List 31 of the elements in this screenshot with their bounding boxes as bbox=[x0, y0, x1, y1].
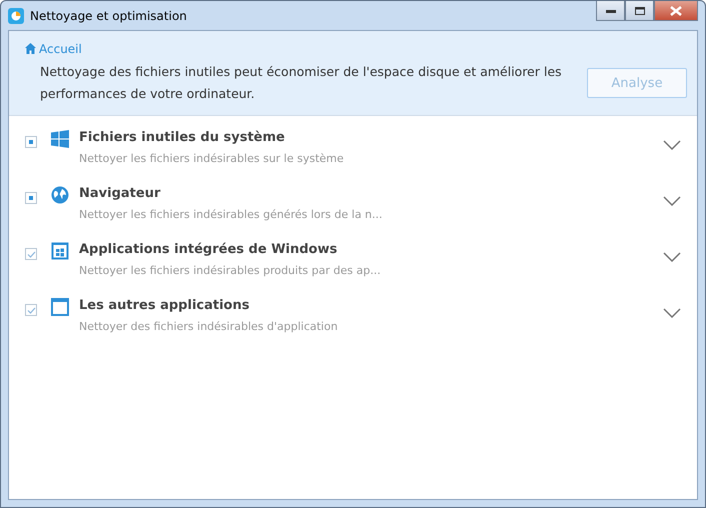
checkbox[interactable] bbox=[25, 192, 37, 204]
window-title: Nettoyage et optimisation bbox=[30, 8, 188, 22]
windows-icon bbox=[51, 130, 69, 148]
description-text: Nettoyage des fichiers inutiles peut économiser de l'espace disque et améliorer les performances de votre ordinateur. bbox=[40, 63, 563, 103]
category-title: Les autres applications bbox=[79, 298, 250, 313]
checkbox[interactable] bbox=[25, 136, 37, 148]
category-title: Navigateur bbox=[79, 186, 162, 201]
chevron-icon[interactable] bbox=[663, 140, 681, 150]
checkbox[interactable] bbox=[25, 248, 37, 260]
category-description: Nettoyer les fichiers indésirables générés lors de la n... bbox=[79, 208, 384, 221]
maximize-button[interactable] bbox=[625, 1, 654, 21]
home-icon bbox=[25, 43, 36, 54]
window-icon bbox=[51, 298, 69, 316]
app-logo-icon bbox=[8, 8, 24, 24]
category-description: Nettoyer les fichiers indésirables produits par des ap... bbox=[79, 264, 382, 277]
home-link[interactable]: Accueil bbox=[25, 42, 82, 56]
app-window-icon bbox=[51, 242, 69, 260]
chevron-icon[interactable] bbox=[663, 196, 681, 206]
chevron-icon[interactable] bbox=[663, 308, 681, 318]
category-description: Nettoyer des fichiers indésirables d'application bbox=[79, 320, 339, 333]
chevron-icon[interactable] bbox=[663, 252, 681, 262]
category-title: Applications intégrées de Windows bbox=[79, 242, 338, 257]
close-button[interactable] bbox=[654, 1, 698, 21]
close-icon bbox=[670, 6, 682, 16]
category-title: Fichiers inutiles du système bbox=[79, 130, 286, 145]
checkbox[interactable] bbox=[25, 304, 37, 316]
minimize-button[interactable] bbox=[596, 1, 625, 21]
category-description: Nettoyer les fichiers indésirables sur le système bbox=[79, 152, 345, 165]
globe-icon bbox=[51, 186, 69, 204]
maximize-icon bbox=[634, 6, 644, 14]
minimize-icon bbox=[606, 8, 616, 12]
